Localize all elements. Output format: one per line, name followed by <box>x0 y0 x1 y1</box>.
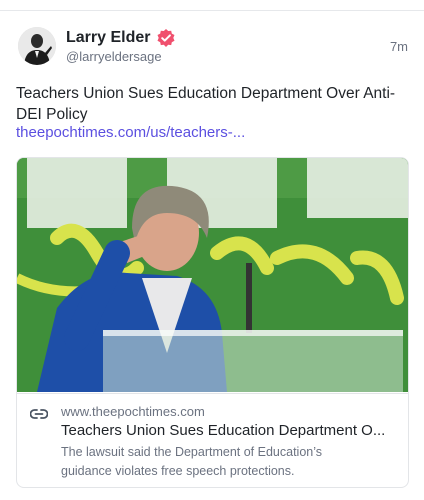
author-name-row[interactable]: Larry Elder <box>66 28 176 48</box>
card-domain: www.theepochtimes.com <box>61 404 205 419</box>
press-conference-photo[interactable] <box>17 158 408 392</box>
card-description: The lawsuit said the Department of Educa… <box>61 445 323 478</box>
author-handle[interactable]: @larryeldersage <box>66 49 162 64</box>
post-text: Teachers Union Sues Education Department… <box>16 85 396 123</box>
post-link[interactable]: theepochtimes.com/us/teachers-... <box>16 124 245 141</box>
author-name[interactable]: Larry Elder <box>66 29 150 47</box>
card-title[interactable]: Teachers Union Sues Education Department… <box>61 422 401 439</box>
link-preview-body[interactable]: www.theepochtimes.com Teachers Union Sue… <box>17 393 408 487</box>
verified-badge-icon <box>157 29 175 47</box>
link-icon <box>30 409 48 419</box>
link-preview-card[interactable]: www.theepochtimes.com Teachers Union Sue… <box>16 157 409 488</box>
top-divider <box>0 10 424 11</box>
post-timestamp[interactable]: 7m <box>390 39 408 54</box>
avatar[interactable] <box>18 27 56 65</box>
